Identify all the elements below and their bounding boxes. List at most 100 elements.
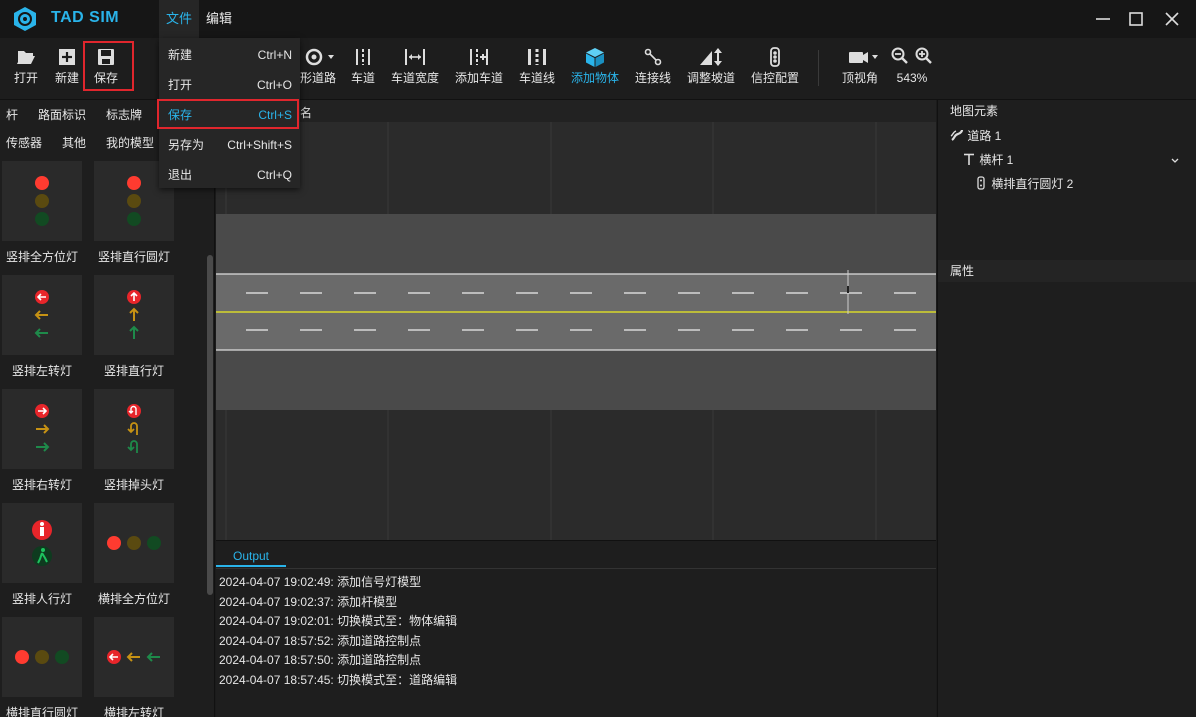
menu-item-exit[interactable]: 退出 Ctrl+Q bbox=[159, 160, 300, 190]
tree-item-signal[interactable]: 横排直行圆灯 2 bbox=[974, 175, 1073, 192]
tab-other[interactable]: 其他 bbox=[62, 134, 86, 151]
add-lane-label: 添加车道 bbox=[454, 71, 503, 85]
menu-item-shortcut: Ctrl+N bbox=[257, 48, 292, 62]
traffic-light-icon bbox=[770, 47, 780, 67]
adjust-slope-label: 调整坡道 bbox=[686, 71, 735, 85]
zoom-buttons bbox=[888, 46, 936, 68]
tab-my-models[interactable]: 我的模型 bbox=[106, 134, 154, 151]
road-icon bbox=[950, 129, 964, 141]
tab-output[interactable]: Output bbox=[216, 545, 286, 567]
tree-item-label: 横杆 1 bbox=[979, 153, 1014, 167]
traffic-light-icon bbox=[977, 176, 985, 190]
model-card[interactable] bbox=[2, 617, 82, 697]
vertical-left-turn-light-icon bbox=[34, 290, 49, 338]
road-canvas[interactable] bbox=[216, 122, 936, 540]
map-elements-header: 地图元素 bbox=[938, 100, 1196, 122]
log-line: 2024-04-07 19:02:37: 添加杆模型 bbox=[219, 595, 398, 609]
zoom-out-icon[interactable] bbox=[890, 46, 910, 66]
log-line: 2024-04-07 18:57:52: 添加道路控制点 bbox=[219, 634, 422, 648]
lane-label: 车道 bbox=[350, 71, 375, 85]
signal-config-button[interactable]: 信控配置 bbox=[748, 46, 802, 94]
log-line: 2024-04-07 19:02:49: 添加信号灯模型 bbox=[219, 575, 422, 589]
zoom-level: 543% bbox=[896, 71, 928, 85]
adjust-slope-button[interactable]: 调整坡道 bbox=[684, 46, 738, 94]
menu-edit[interactable]: 编辑 bbox=[199, 0, 239, 38]
lane-width-button[interactable]: 车道宽度 bbox=[388, 46, 442, 94]
log-line: 2024-04-07 18:57:50: 添加道路控制点 bbox=[219, 653, 422, 667]
minimize-icon[interactable] bbox=[1088, 4, 1118, 34]
add-lane-button[interactable]: 添加车道 bbox=[452, 46, 506, 94]
left-panel-scrollbar[interactable] bbox=[207, 255, 213, 595]
vertical-full-light-icon bbox=[35, 176, 49, 226]
model-label: 竖排左转灯 bbox=[11, 364, 72, 378]
lane-line-button[interactable]: 车道线 bbox=[516, 46, 558, 94]
tab-road-marking[interactable]: 路面标识 bbox=[38, 106, 86, 123]
menu-item-save-as[interactable]: 另存为 Ctrl+Shift+S bbox=[159, 130, 300, 160]
model-card[interactable] bbox=[2, 161, 82, 241]
properties-panel: 地图元素 道路 1 横杆 1 横排直行圆灯 2 属性 bbox=[937, 100, 1196, 717]
top-view-button[interactable]: 顶视角 bbox=[838, 46, 882, 94]
tree-item-road[interactable]: 道路 1 bbox=[950, 127, 1001, 144]
new-label: 新建 bbox=[54, 71, 79, 85]
lane-line-label: 车道线 bbox=[518, 71, 555, 85]
model-card[interactable] bbox=[2, 503, 82, 583]
tree-item-crossbar[interactable]: 横杆 1 bbox=[962, 151, 1013, 168]
menu-item-open[interactable]: 打开 Ctrl+O bbox=[159, 70, 300, 100]
save-button-highlight bbox=[83, 41, 134, 91]
tab-sign[interactable]: 标志牌 bbox=[106, 106, 142, 123]
output-panel: Output 2024-04-07 19:02:49: 添加信号灯模型 2024… bbox=[216, 540, 936, 717]
lane-line-icon bbox=[528, 49, 546, 65]
app-title: TAD SIM bbox=[51, 9, 120, 26]
open-label: 打开 bbox=[13, 71, 38, 85]
zoom-control: 543% bbox=[888, 46, 936, 94]
close-icon[interactable] bbox=[1157, 4, 1187, 34]
model-card[interactable] bbox=[94, 503, 174, 583]
lane-icon bbox=[356, 49, 370, 65]
signal-object[interactable] bbox=[847, 286, 849, 293]
menu-item-shortcut: Ctrl+Shift+S bbox=[227, 138, 292, 152]
tab-pole[interactable]: 杆 bbox=[6, 106, 18, 123]
model-card[interactable] bbox=[94, 389, 174, 469]
menu-item-label: 打开 bbox=[168, 78, 193, 92]
horizontal-full-light-icon bbox=[107, 536, 161, 550]
slope-icon bbox=[700, 48, 722, 66]
tree-item-label: 横排直行圆灯 2 bbox=[991, 177, 1074, 191]
viewport-header: 名 bbox=[216, 100, 936, 122]
connect-line-button[interactable]: 连接线 bbox=[632, 46, 674, 94]
toolbar-separator bbox=[818, 50, 819, 86]
model-card[interactable] bbox=[2, 389, 82, 469]
lane-button[interactable]: 车道 bbox=[348, 46, 378, 94]
map-viewport[interactable]: 名 bbox=[216, 100, 936, 540]
maximize-icon[interactable] bbox=[1121, 4, 1151, 34]
signal-config-label: 信控配置 bbox=[750, 71, 799, 85]
top-view-label: 顶视角 bbox=[841, 71, 878, 85]
add-object-button[interactable]: 添加物体 bbox=[568, 46, 622, 94]
model-label: 横排直行圆灯 bbox=[5, 706, 78, 717]
menu-item-new[interactable]: 新建 Ctrl+N bbox=[159, 40, 300, 70]
circle-road-icon bbox=[305, 48, 334, 66]
menu-item-shortcut: Ctrl+O bbox=[256, 78, 292, 92]
model-label: 竖排人行灯 bbox=[11, 592, 72, 606]
crossbar-icon bbox=[964, 153, 974, 165]
camera-icon bbox=[849, 52, 878, 63]
model-label: 竖排直行圆灯 bbox=[97, 250, 170, 264]
model-card[interactable] bbox=[94, 617, 174, 697]
add-object-label: 添加物体 bbox=[570, 71, 619, 85]
horizontal-left-turn-light-icon bbox=[107, 650, 160, 664]
menu-item-label: 新建 bbox=[168, 48, 193, 62]
new-button[interactable]: 新建 bbox=[51, 46, 83, 94]
vertical-straight-light-icon bbox=[127, 290, 141, 339]
tab-sensor[interactable]: 传感器 bbox=[6, 134, 42, 151]
menu-file[interactable]: 文件 bbox=[159, 0, 200, 38]
shaped-road-button[interactable]: 形道路 bbox=[296, 46, 340, 94]
cube-icon bbox=[586, 48, 604, 67]
model-label: 竖排掉头灯 bbox=[103, 478, 164, 492]
model-label: 横排左转灯 bbox=[103, 706, 164, 717]
zoom-in-icon[interactable] bbox=[914, 46, 934, 66]
model-card[interactable] bbox=[2, 275, 82, 355]
chevron-down-icon[interactable] bbox=[1170, 157, 1180, 165]
open-button[interactable]: 打开 bbox=[10, 46, 42, 94]
model-label: 竖排右转灯 bbox=[11, 478, 72, 492]
model-card[interactable] bbox=[94, 275, 174, 355]
model-label: 竖排全方位灯 bbox=[5, 250, 78, 264]
